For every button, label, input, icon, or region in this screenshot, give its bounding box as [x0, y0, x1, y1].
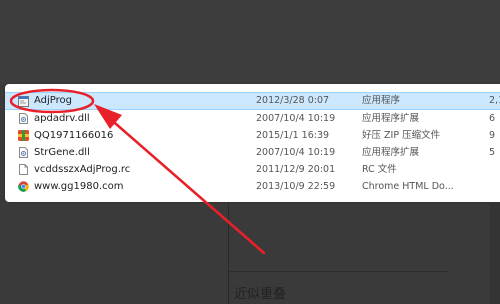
application-icon	[18, 96, 29, 107]
file-name: vcddsszxAdjProg.rc	[34, 164, 131, 175]
dll-file-icon	[18, 113, 29, 124]
file-name: apdadrv.dll	[34, 113, 90, 124]
pane-divider	[228, 202, 229, 304]
file-size: 6	[489, 113, 496, 124]
file-name: AdjProg	[34, 95, 73, 106]
file-name: www.gg1980.com	[34, 181, 124, 192]
file-type: 应用程序	[362, 95, 401, 106]
file-type: 好压 ZIP 压缩文件	[362, 130, 441, 141]
chrome-html-icon	[18, 181, 29, 192]
file-type: 应用程序扩展	[362, 113, 420, 124]
file-date: 2015/1/1 16:39	[256, 130, 330, 141]
file-type: RC 文件	[362, 164, 397, 175]
section-divider	[229, 271, 449, 272]
screenshot-page: AdjProg 2012/3/28 0:07 应用程序 2,10 apdadrv…	[0, 0, 500, 304]
window-background	[0, 0, 500, 84]
file-type: 应用程序扩展	[362, 147, 420, 158]
recent-section-label: 近似重叠	[234, 287, 287, 302]
file-date: 2012/3/28 0:07	[256, 95, 330, 106]
file-type: Chrome HTML Do...	[362, 181, 454, 192]
file-date: 2007/10/4 10:19	[256, 147, 336, 158]
scrollbar-track[interactable]	[490, 202, 500, 304]
file-name: QQ1971166016	[34, 130, 114, 141]
file-date: 2013/10/9 22:59	[256, 181, 336, 192]
file-size: 9	[489, 130, 496, 141]
file-name: StrGene.dll	[34, 147, 90, 158]
file-row-chrome-html[interactable]: www.gg1980.com 2013/10/9 22:59 Chrome HT…	[5, 178, 500, 195]
file-date: 2007/10/4 10:19	[256, 113, 336, 124]
rc-file-icon	[18, 164, 29, 175]
file-list-panel: AdjProg 2012/3/28 0:07 应用程序 2,10 apdadrv…	[5, 84, 500, 202]
file-row-adjprog[interactable]: AdjProg 2012/3/28 0:07 应用程序 2,10	[5, 92, 500, 110]
file-size: 5	[489, 147, 496, 158]
file-date: 2011/12/9 20:01	[256, 164, 336, 175]
file-row-apdadrv[interactable]: apdadrv.dll 2007/10/4 10:19 应用程序扩展 6	[5, 110, 500, 127]
file-row-qq-zip[interactable]: QQ1971166016 2015/1/1 16:39 好压 ZIP 压缩文件 …	[5, 127, 500, 144]
file-row-rc-file[interactable]: vcddsszxAdjProg.rc 2011/12/9 20:01 RC 文件	[5, 161, 500, 178]
file-row-strgene[interactable]: StrGene.dll 2007/10/4 10:19 应用程序扩展 5	[5, 144, 500, 161]
zip-archive-icon	[18, 130, 29, 141]
file-size: 2,10	[489, 95, 500, 106]
dll-file-icon	[18, 147, 29, 158]
